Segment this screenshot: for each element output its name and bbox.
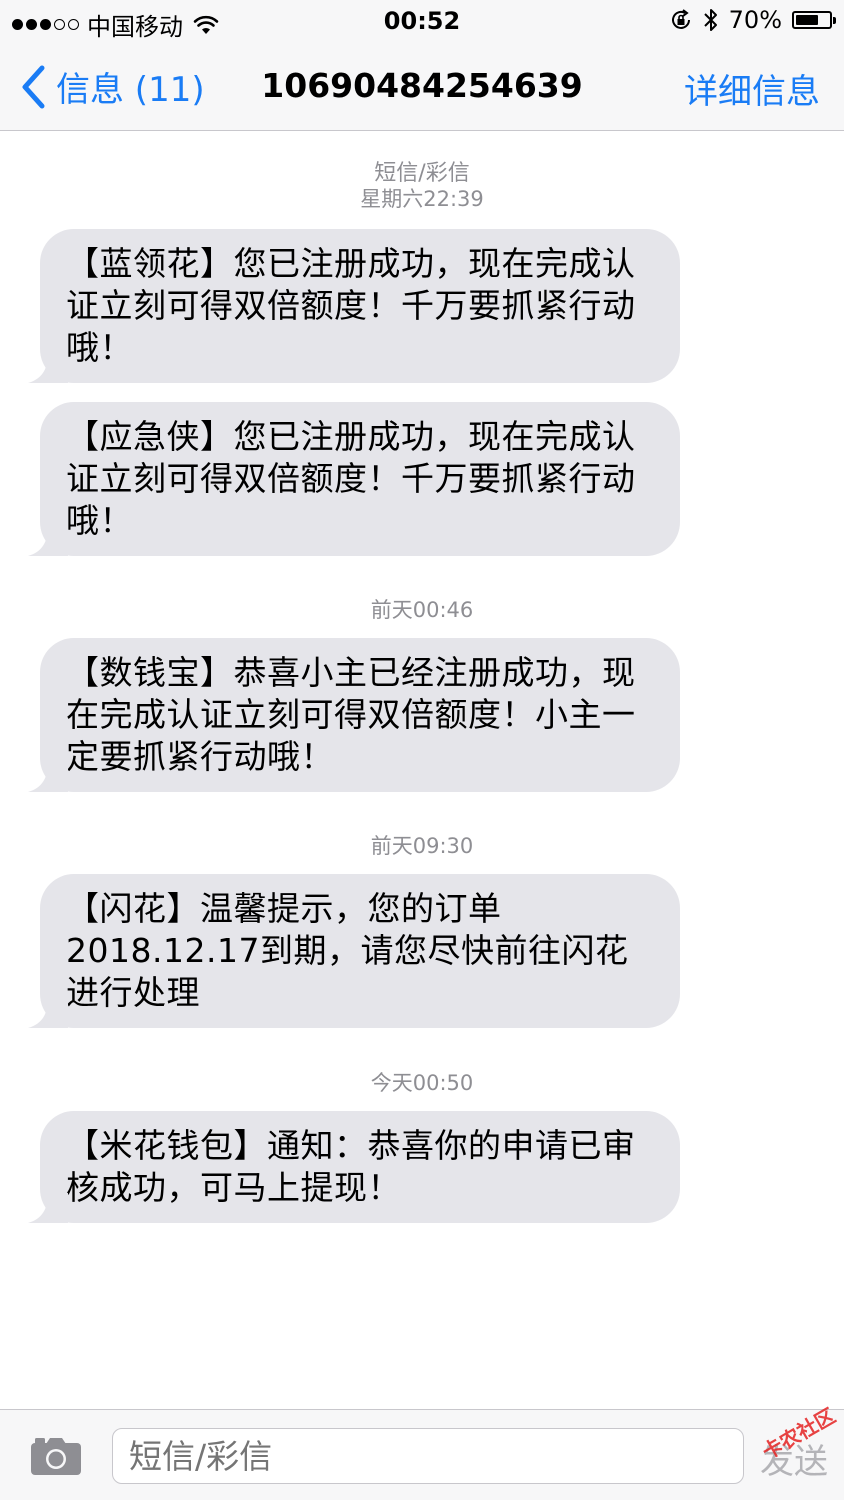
message-text: 【应急侠】您已注册成功，现在完成认证立刻可得双倍额度！千万要抓紧行动哦！ [66, 417, 636, 540]
compose-bar: 发送 [0, 1409, 844, 1500]
message-text: 【米花钱包】通知：恭喜你的申请已审核成功，可马上提现！ [66, 1126, 636, 1207]
camera-button[interactable] [30, 1436, 82, 1480]
message-text: 【蓝领花】您已注册成功，现在完成认证立刻可得双倍额度！千万要抓紧行动哦！ [66, 244, 636, 367]
message-list[interactable]: 短信/彩信 星期六22:39 【蓝领花】您已注册成功，现在完成认证立刻可得双倍额… [0, 131, 844, 1409]
message-text: 【数钱宝】恭喜小主已经注册成功，现在完成认证立刻可得双倍额度！小主一定要抓紧行动… [66, 653, 636, 776]
timestamp: 星期六22:39 [360, 187, 484, 211]
battery-icon [792, 11, 836, 29]
bubble-tail [28, 762, 68, 792]
bubble-tail [28, 353, 68, 383]
timestamp: 前天09:30 [370, 834, 474, 858]
bubble-tail [28, 998, 68, 1028]
bubble-tail [28, 1193, 68, 1223]
timestamp: 前天00:46 [370, 598, 474, 622]
message-bubble[interactable]: 【蓝领花】您已注册成功，现在完成认证立刻可得双倍额度！千万要抓紧行动哦！ [28, 229, 680, 383]
timestamp: 今天00:50 [370, 1071, 474, 1095]
camera-icon [31, 1438, 81, 1475]
navigation-bar: 信息 (11) 10690484254639 详细信息 [0, 42, 844, 131]
status-bar-right: 70% [669, 6, 836, 34]
sms-conversation-screen: 中国移动 00:52 70% 信息 (11) 10690484254639 详细… [0, 0, 844, 1500]
battery-percentage: 70% [728, 6, 782, 34]
details-button[interactable]: 详细信息 [684, 64, 820, 113]
status-bar: 中国移动 00:52 70% [0, 0, 844, 42]
bluetooth-icon [703, 9, 717, 31]
message-text: 【闪花】温馨提示，您的订单2018.12.17到期，请您尽快前往闪花进行处理 [66, 889, 629, 1012]
message-bubble[interactable]: 【闪花】温馨提示，您的订单2018.12.17到期，请您尽快前往闪花进行处理 [28, 874, 680, 1028]
bubble-tail [28, 526, 68, 556]
message-bubble[interactable]: 【米花钱包】通知：恭喜你的申请已审核成功，可马上提现！ [28, 1111, 680, 1223]
message-input[interactable] [112, 1428, 744, 1484]
rotation-lock-icon [671, 9, 690, 29]
message-bubble[interactable]: 【数钱宝】恭喜小主已经注册成功，现在完成认证立刻可得双倍额度！小主一定要抓紧行动… [28, 638, 680, 792]
message-bubble[interactable]: 【应急侠】您已注册成功，现在完成认证立刻可得双倍额度！千万要抓紧行动哦！ [28, 402, 680, 556]
